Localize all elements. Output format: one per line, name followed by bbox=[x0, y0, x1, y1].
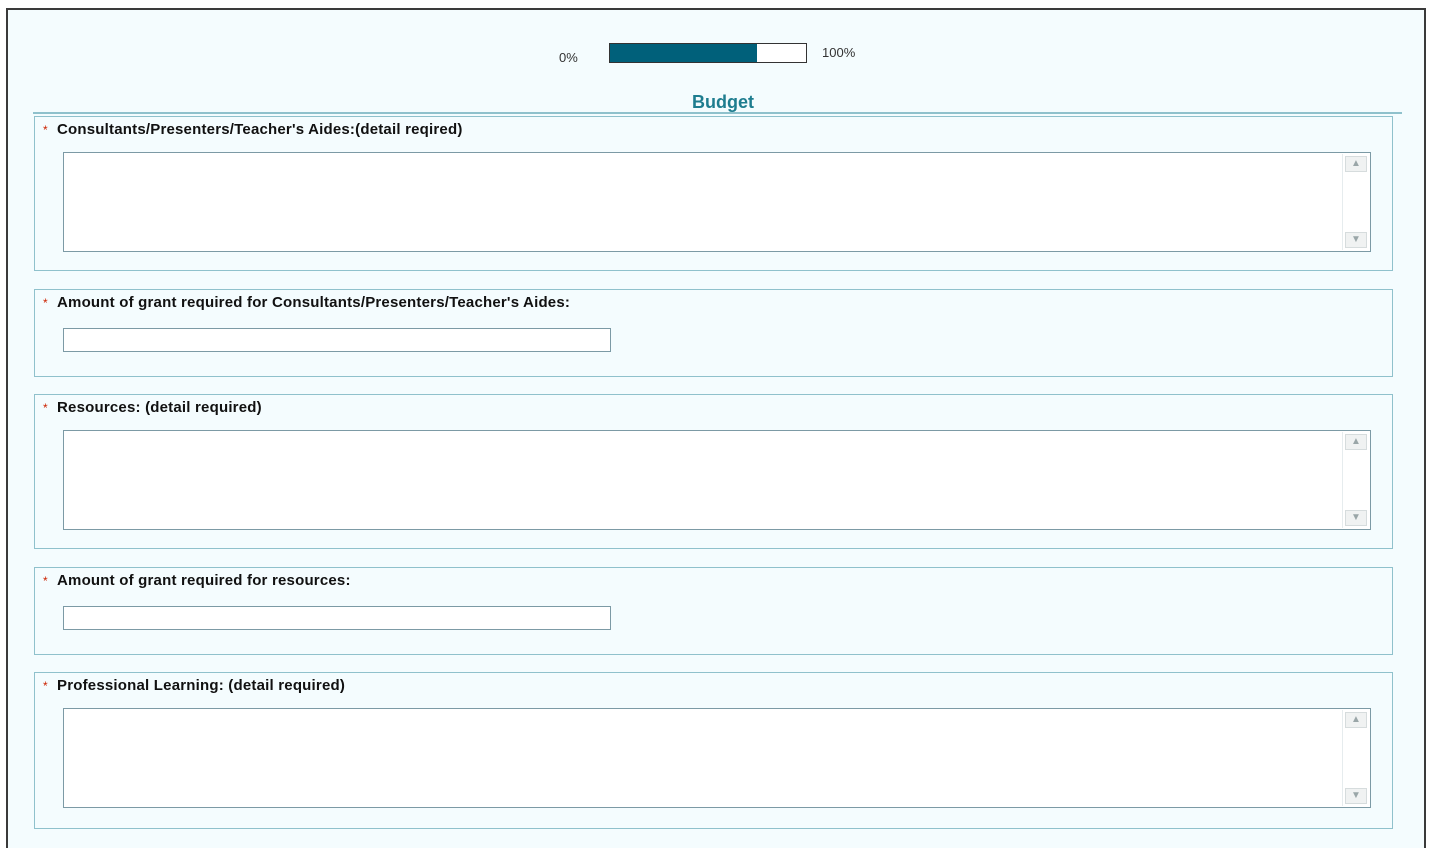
field-label: Amount of grant required for Consultants… bbox=[57, 294, 571, 311]
textarea-scrollbar[interactable]: ▲ ▼ bbox=[1342, 432, 1369, 528]
professional-learning-textarea[interactable]: ▲ ▼ bbox=[63, 708, 1371, 808]
consultants-detail-textarea[interactable]: ▲ ▼ bbox=[63, 152, 1371, 252]
field-label: Resources: (detail required) bbox=[57, 399, 262, 416]
consultants-amount-input[interactable] bbox=[63, 328, 611, 352]
field-resources-amount: * Amount of grant required for resources… bbox=[34, 567, 1393, 655]
section-title-divider bbox=[33, 112, 1402, 114]
required-asterisk: * bbox=[43, 296, 48, 310]
chevron-down-icon[interactable]: ▼ bbox=[1345, 232, 1367, 248]
required-asterisk: * bbox=[43, 123, 48, 137]
form-frame: 0% 100% Budget * Consultants/Presenters/… bbox=[6, 8, 1426, 848]
field-professional-learning-detail: * Professional Learning: (detail require… bbox=[34, 672, 1393, 829]
field-label: Amount of grant required for resources: bbox=[57, 572, 351, 589]
progress-max-label: 100% bbox=[822, 45, 856, 60]
chevron-up-icon[interactable]: ▲ bbox=[1345, 156, 1367, 172]
required-asterisk: * bbox=[43, 679, 48, 693]
chevron-down-icon[interactable]: ▼ bbox=[1345, 788, 1367, 804]
field-consultants-detail: * Consultants/Presenters/Teacher's Aides… bbox=[34, 116, 1393, 271]
chevron-up-icon[interactable]: ▲ bbox=[1345, 434, 1367, 450]
progress-area: 0% 100% bbox=[8, 10, 1424, 70]
progress-bar-fill bbox=[610, 44, 757, 62]
field-label: Professional Learning: (detail required) bbox=[57, 677, 346, 694]
progress-bar bbox=[609, 43, 807, 63]
textarea-scrollbar[interactable]: ▲ ▼ bbox=[1342, 710, 1369, 806]
resources-detail-textarea[interactable]: ▲ ▼ bbox=[63, 430, 1371, 530]
field-label: Consultants/Presenters/Teacher's Aides:(… bbox=[57, 121, 463, 138]
chevron-down-icon[interactable]: ▼ bbox=[1345, 510, 1367, 526]
textarea-scrollbar[interactable]: ▲ ▼ bbox=[1342, 154, 1369, 250]
progress-min-label: 0% bbox=[559, 50, 578, 65]
resources-amount-input[interactable] bbox=[63, 606, 611, 630]
section-title: Budget bbox=[692, 92, 754, 112]
chevron-up-icon[interactable]: ▲ bbox=[1345, 712, 1367, 728]
field-consultants-amount: * Amount of grant required for Consultan… bbox=[34, 289, 1393, 377]
required-asterisk: * bbox=[43, 574, 48, 588]
required-asterisk: * bbox=[43, 401, 48, 415]
field-resources-detail: * Resources: (detail required) ▲ ▼ bbox=[34, 394, 1393, 549]
